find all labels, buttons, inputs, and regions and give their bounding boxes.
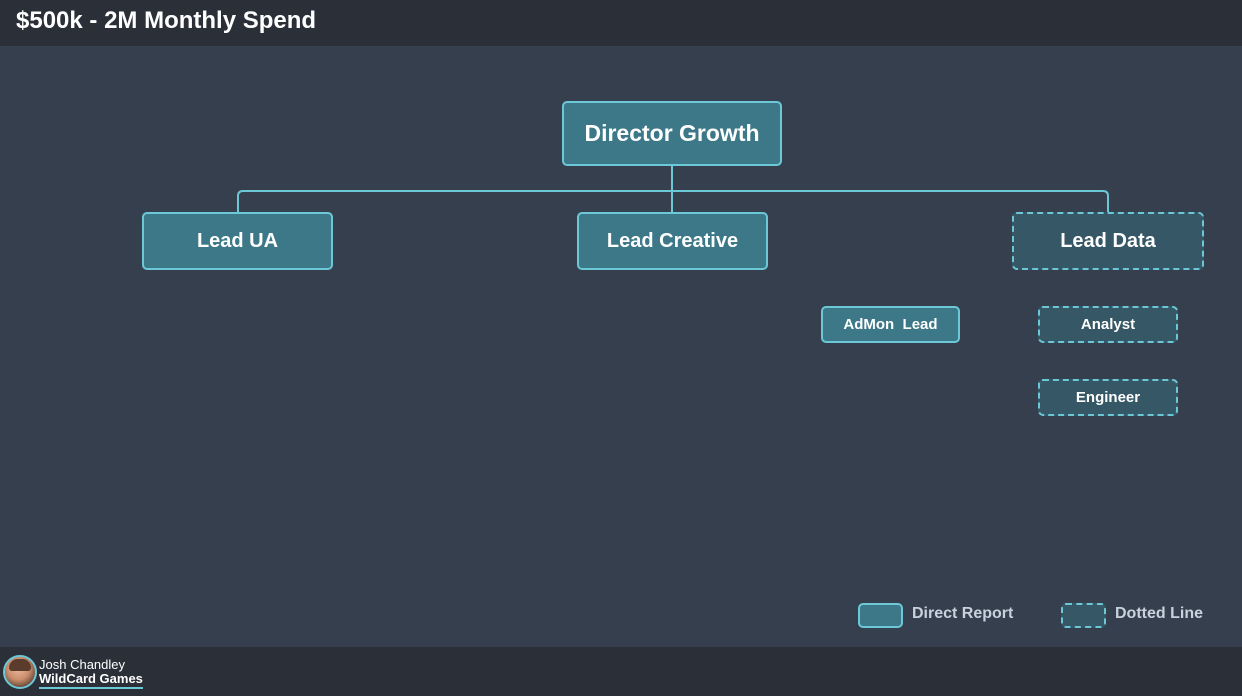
node-lead-creative-label: Lead Creative [606, 229, 739, 252]
avatar-hair-shape [9, 659, 31, 671]
legend-direct-label: Direct Report [912, 605, 1014, 622]
author-name: Josh Chandley [39, 657, 125, 672]
node-lead-ua: Lead UA [142, 212, 333, 270]
node-analyst-label: Analyst [1080, 316, 1136, 333]
node-lead-creative: Lead Creative [577, 212, 768, 270]
footer-bar [0, 647, 1242, 696]
node-lead-ua-label: Lead UA [196, 229, 279, 252]
legend-dotted-label: Dotted Line [1115, 605, 1203, 622]
node-director-growth-label: Director Growth [584, 120, 760, 146]
slide: $500k - 2M Monthly Spend Director Growth… [0, 0, 1242, 696]
node-engineer: Engineer [1038, 379, 1178, 416]
node-analyst: Analyst [1038, 306, 1178, 343]
legend-direct-swatch [858, 603, 903, 628]
legend-dotted-swatch [1061, 603, 1106, 628]
node-lead-data: Lead Data [1012, 212, 1204, 270]
node-admon-lead-label: AdMon Lead [843, 316, 938, 333]
author-company: WildCard Games [39, 671, 143, 689]
connector-lead-data [672, 190, 1109, 212]
node-admon-lead: AdMon Lead [821, 306, 960, 343]
node-lead-data-label: Lead Data [1060, 229, 1156, 252]
author-avatar [3, 655, 37, 689]
connector-lead-ua [237, 190, 672, 212]
node-engineer-label: Engineer [1075, 389, 1141, 406]
node-director-growth: Director Growth [562, 101, 782, 166]
